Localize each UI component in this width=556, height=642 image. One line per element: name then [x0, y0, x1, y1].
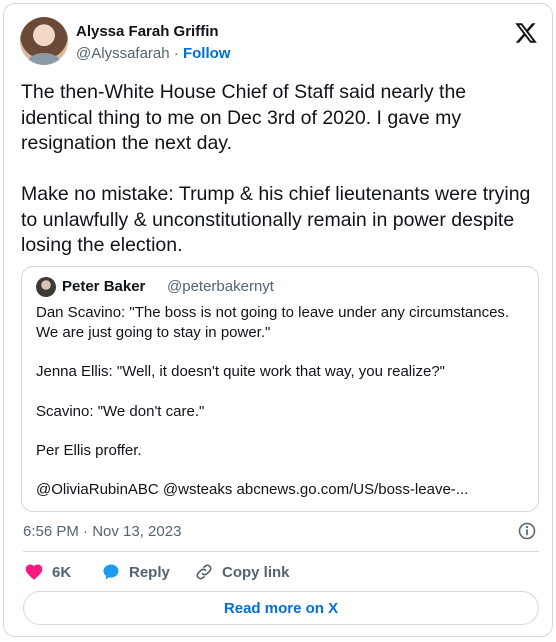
action-bar: 6K Reply Copy link — [24, 560, 524, 584]
like-count: 6K — [52, 563, 72, 581]
author-handle[interactable]: @Alyssafarah — [76, 45, 170, 62]
quoted-tweet[interactable]: Peter Baker @peterbakernyt Dan Scavino: … — [21, 266, 539, 512]
quoted-author-name: Peter Baker — [62, 278, 146, 295]
tweet-header: Alyssa Farah Griffin @Alyssafarah · Foll… — [20, 17, 538, 69]
read-more-label: Read more on X — [223, 599, 339, 617]
quoted-author-handle: @peterbakernyt — [167, 278, 274, 295]
info-icon[interactable] — [517, 521, 537, 541]
follow-button[interactable]: Follow — [183, 45, 231, 62]
x-logo-icon[interactable] — [514, 21, 538, 45]
tweet-card: Alyssa Farah Griffin @Alyssafarah · Foll… — [3, 3, 553, 637]
reply-label: Reply — [129, 563, 170, 581]
quoted-author-avatar — [36, 277, 56, 297]
link-icon — [196, 564, 212, 580]
quoted-tweet-text: Dan Scavino: "The boss is not going to l… — [36, 304, 510, 499]
divider — [23, 551, 539, 552]
copy-link-label: Copy link — [222, 563, 290, 581]
reply-button[interactable]: Reply — [101, 560, 170, 584]
heart-icon — [25, 564, 43, 580]
read-more-button[interactable]: Read more on X — [23, 591, 539, 625]
handle-separator: · — [173, 45, 179, 62]
author-handle-line: @Alyssafarah · Follow — [76, 45, 230, 62]
author-avatar[interactable] — [20, 17, 68, 65]
speech-bubble-icon — [103, 564, 119, 580]
author-name[interactable]: Alyssa Farah Griffin — [76, 23, 219, 40]
copy-link-button[interactable]: Copy link — [194, 560, 290, 584]
tweet-text: The then-White House Chief of Staff said… — [21, 81, 531, 256]
tweet-timestamp[interactable]: 6:56 PM · Nov 13, 2023 — [23, 523, 181, 540]
like-button[interactable]: 6K — [24, 560, 71, 584]
